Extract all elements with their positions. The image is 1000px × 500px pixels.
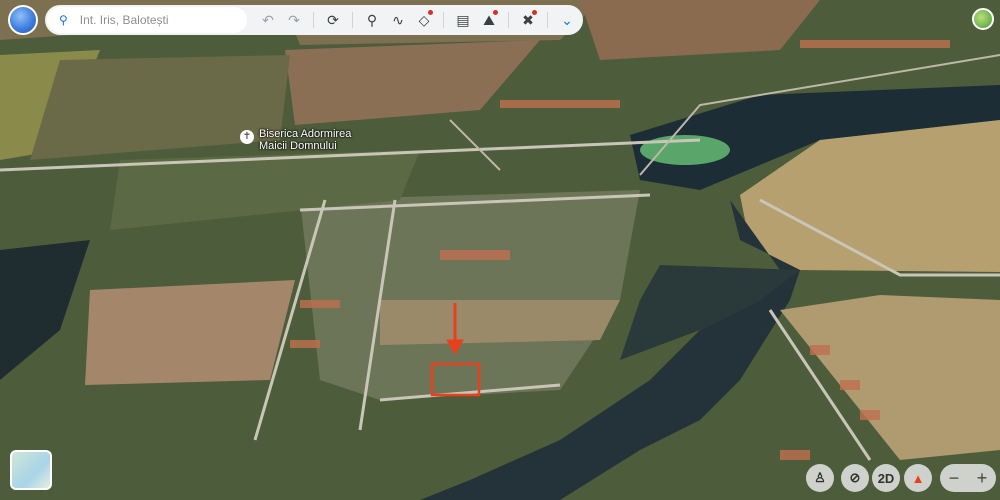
search-box[interactable]: ⚲ Int. Iris, Balotești xyxy=(47,7,247,33)
tilt-icon[interactable]: ⊘ xyxy=(841,464,869,492)
redo-icon[interactable]: ↷ xyxy=(281,7,307,33)
divider xyxy=(443,12,444,28)
compass-icon[interactable]: ▲ xyxy=(904,464,932,492)
search-input[interactable]: Int. Iris, Balotești xyxy=(80,13,169,27)
badge-dot xyxy=(493,10,498,15)
search-icon: ⚲ xyxy=(59,13,68,27)
poi-church[interactable]: ✝ Biserica Adormirea Maicii Domnului xyxy=(240,128,351,152)
pegman-icon[interactable]: ♙ xyxy=(806,464,834,492)
zoom-out-button[interactable]: − xyxy=(949,468,960,489)
poi-label-line2: Maicii Domnului xyxy=(259,140,337,152)
divider xyxy=(508,12,509,28)
map-style-thumbnail[interactable] xyxy=(10,450,52,490)
image-overlay-icon[interactable]: ⛰ xyxy=(476,7,502,33)
divider xyxy=(352,12,353,28)
poi-label-line1: Biserica Adormirea xyxy=(259,128,352,140)
undo-icon[interactable]: ↶ xyxy=(255,7,281,33)
history-icon[interactable]: ⟳ xyxy=(320,7,346,33)
earth-logo[interactable] xyxy=(8,5,38,35)
globe-icon[interactable] xyxy=(972,8,994,30)
measure-icon[interactable]: ▤ xyxy=(450,7,476,33)
satellite-map[interactable] xyxy=(0,0,1000,500)
placemark-icon[interactable]: ⚲ xyxy=(359,7,385,33)
badge-dot xyxy=(532,10,537,15)
zoom-in-button[interactable]: + xyxy=(977,468,988,489)
church-icon: ✝ xyxy=(240,130,254,144)
zoom-control: − + xyxy=(940,464,996,492)
view-2d-button[interactable]: 2D xyxy=(872,464,900,492)
divider xyxy=(313,12,314,28)
divider xyxy=(547,12,548,28)
layers-icon[interactable]: ◇ xyxy=(411,7,437,33)
toolbar: ⚲ Int. Iris, Balotești ↶ ↷ ⟳ ⚲ ∿ ◇ ▤ ⛰ ✖… xyxy=(45,5,583,35)
chevron-down-icon[interactable]: ⌄ xyxy=(554,7,580,33)
badge-dot xyxy=(428,10,433,15)
path-icon[interactable]: ∿ xyxy=(385,7,411,33)
tools-icon[interactable]: ✖ xyxy=(515,7,541,33)
